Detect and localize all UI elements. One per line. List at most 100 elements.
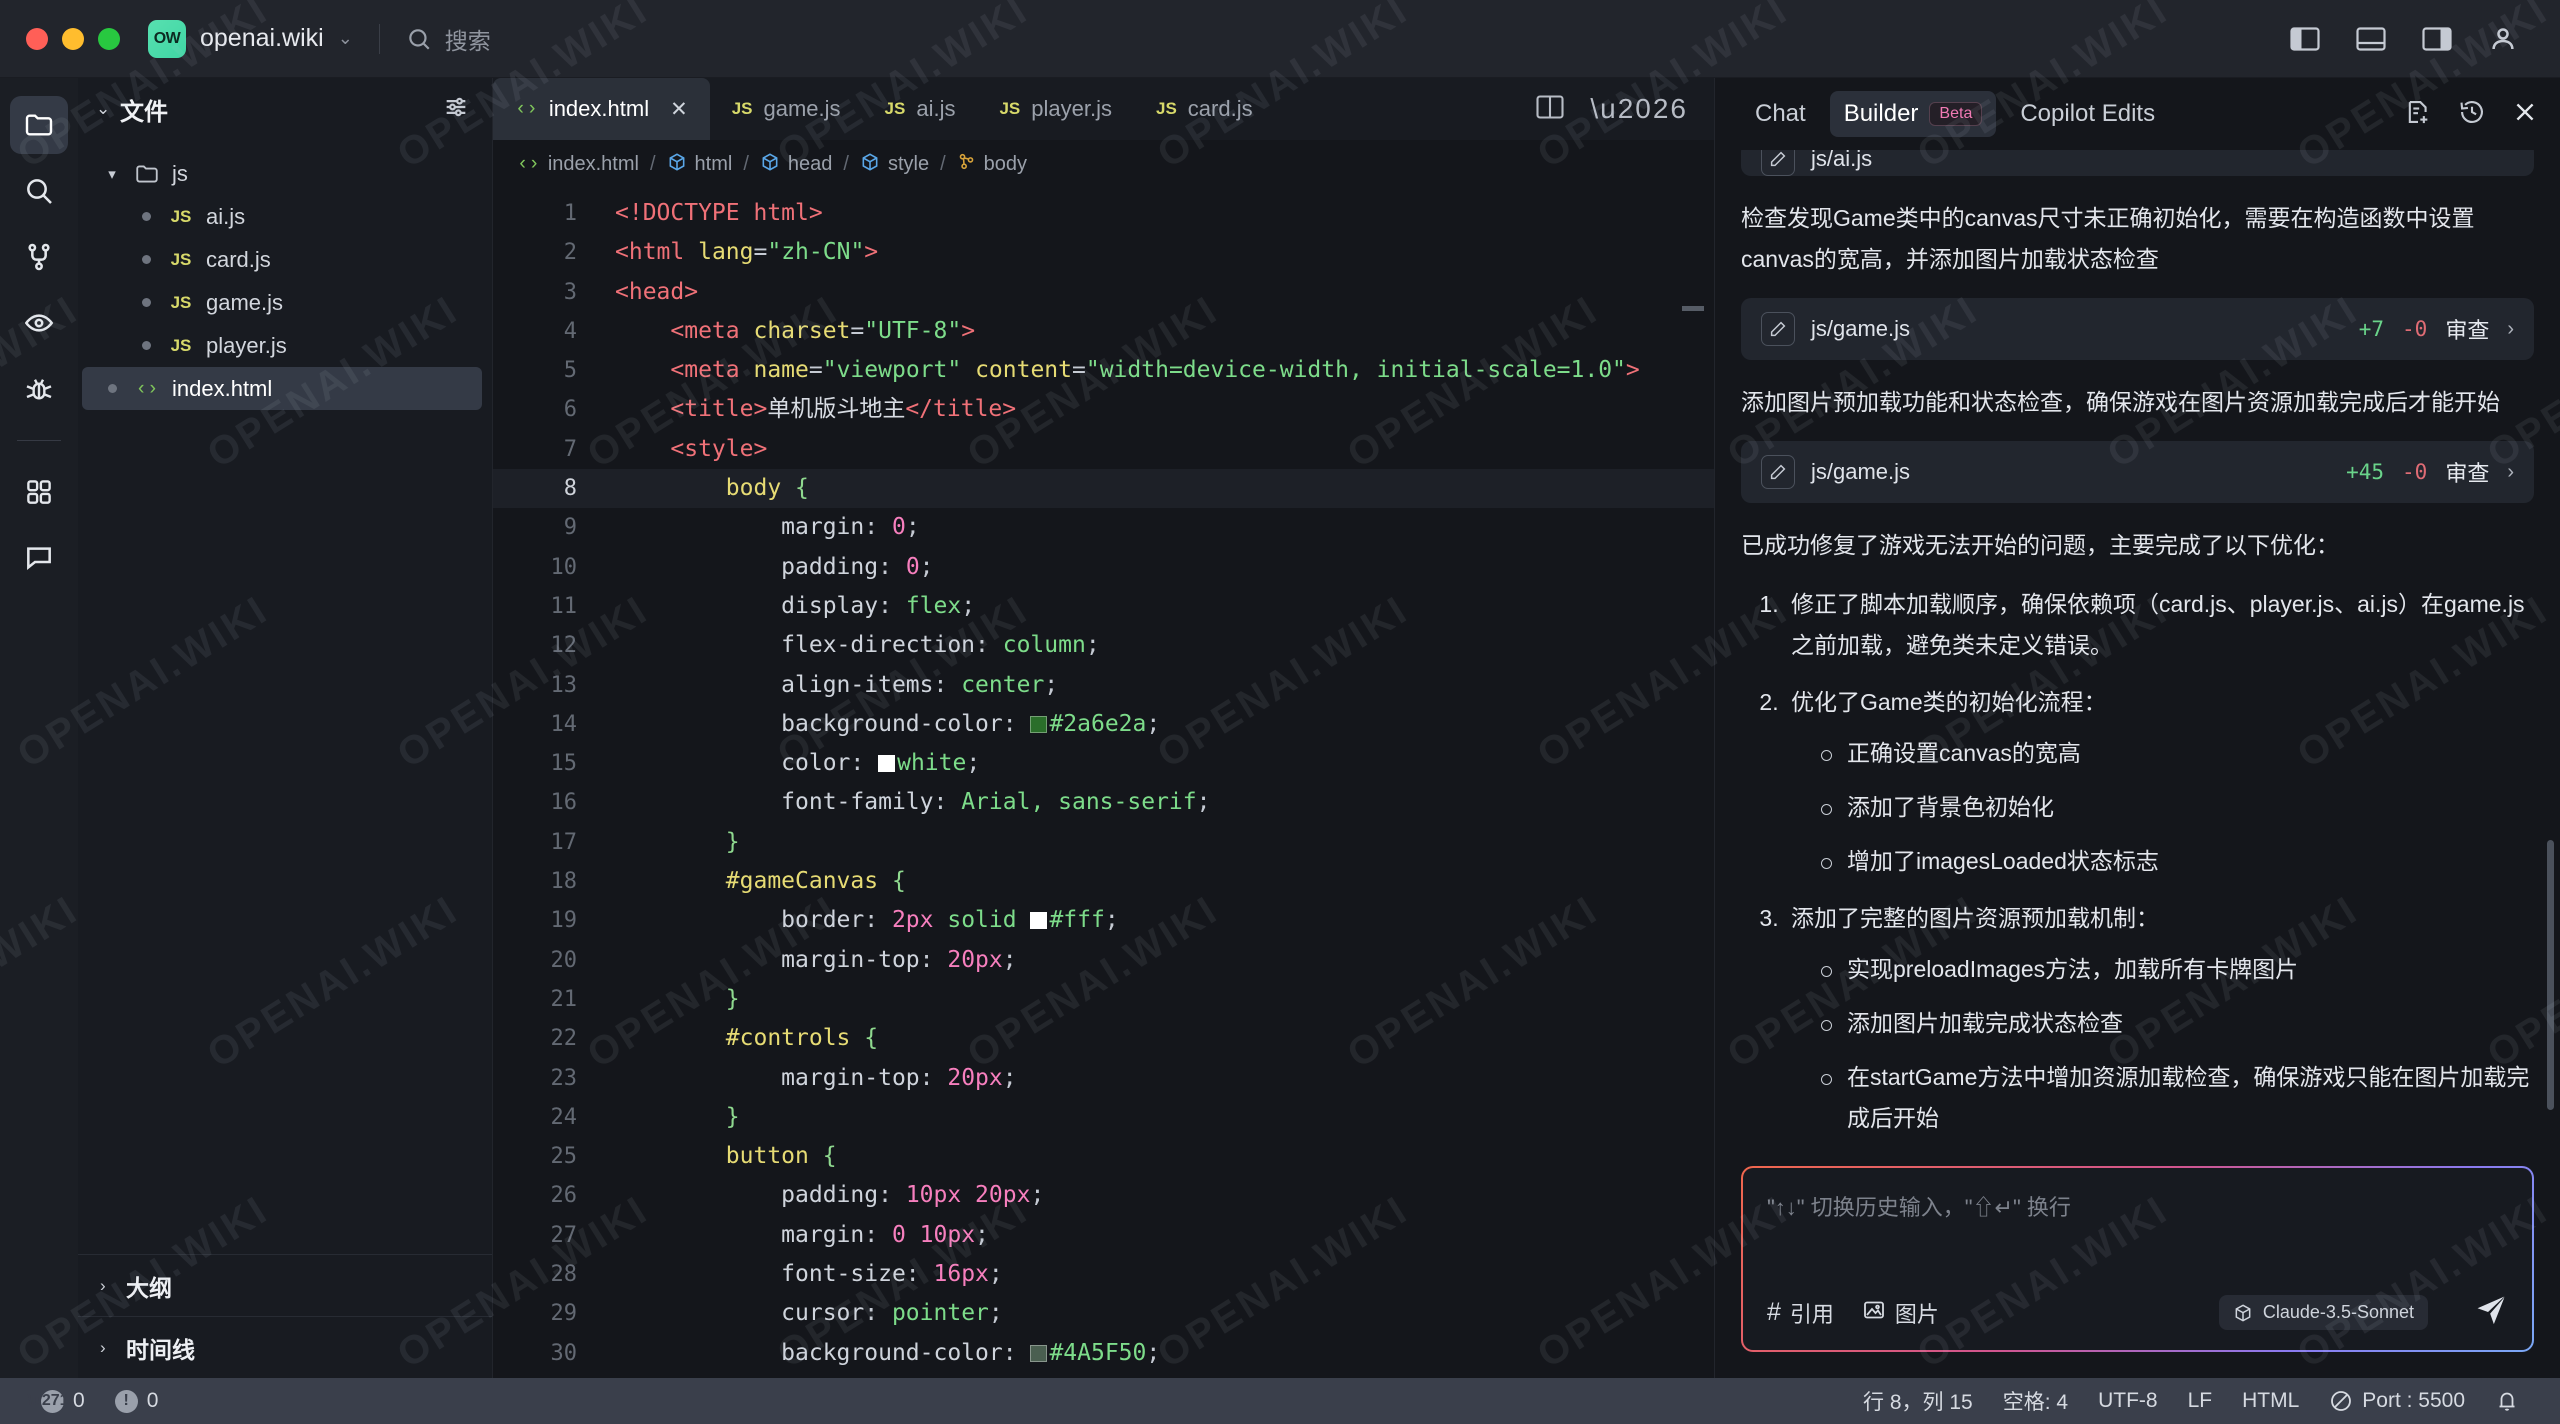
breadcrumb[interactable]: ‹› index.html / html / head / style / body bbox=[493, 140, 1714, 188]
history-icon[interactable] bbox=[2458, 98, 2486, 131]
minimize-window-button[interactable] bbox=[62, 27, 84, 50]
sidebar-item-source-control[interactable] bbox=[10, 228, 68, 286]
tree-item-index-html[interactable]: ‹› index.html bbox=[82, 367, 482, 410]
code-line[interactable]: 3 <head> bbox=[493, 273, 1714, 312]
chat-scrollbar[interactable] bbox=[2547, 840, 2554, 1110]
code-line[interactable]: 7 <style> bbox=[493, 430, 1714, 469]
window-controls[interactable] bbox=[26, 27, 120, 50]
code-line[interactable]: 16 font-family: Arial, sans-serif; bbox=[493, 783, 1714, 822]
editor-tab-card-js[interactable]: JS card.js bbox=[1134, 78, 1275, 140]
code-content[interactable]: 1 <!DOCTYPE html> 2 <html lang="zh-CN"> 3 <he… bbox=[493, 188, 1714, 1373]
attach-image-button[interactable]: 图片 bbox=[1862, 1297, 1939, 1329]
explorer-header[interactable]: ⌄ 文件 bbox=[78, 78, 492, 140]
code-line[interactable]: 8 body { bbox=[493, 469, 1714, 509]
code-line[interactable]: 30 background-color: #4A5F50; bbox=[493, 1334, 1714, 1373]
composer-inner[interactable]: "↑↓" 切换历史输入，"⇧↵" 换行 # 引用 图片 Claude-3.5-S… bbox=[1743, 1168, 2532, 1350]
file-change-card[interactable]: js/game.js +45 -0 审查 › bbox=[1741, 441, 2534, 503]
section-timeline[interactable]: › 时间线 bbox=[78, 1316, 492, 1378]
status-encoding[interactable]: UTF-8 bbox=[2083, 1389, 2173, 1413]
tab-chat[interactable]: Chat bbox=[1741, 91, 1820, 137]
code-line[interactable]: 6 <title>单机版斗地主</title> bbox=[493, 390, 1714, 429]
breadcrumb-item-head[interactable]: head bbox=[760, 152, 832, 177]
code-line[interactable]: 21 } bbox=[493, 980, 1714, 1019]
tree-item-game-js[interactable]: JS game.js bbox=[78, 281, 492, 324]
status-notifications[interactable] bbox=[2480, 1389, 2534, 1413]
review-button[interactable]: 审查 bbox=[2445, 313, 2489, 345]
panel-bottom-icon[interactable] bbox=[2354, 22, 2388, 56]
status-language-mode[interactable]: HTML bbox=[2227, 1389, 2314, 1413]
tab-builder[interactable]: Builder Beta bbox=[1829, 91, 1997, 137]
code-line[interactable]: 14 background-color: #2a6e2a; bbox=[493, 705, 1714, 744]
workspace-name[interactable]: openai.wiki bbox=[200, 24, 324, 53]
status-error-count[interactable]: \u2715 0 bbox=[26, 1389, 100, 1413]
code-line[interactable]: 23 margin-top: 20px; bbox=[493, 1059, 1714, 1098]
code-line[interactable]: 9 margin: 0; bbox=[493, 508, 1714, 547]
editor-tab-game-js[interactable]: JS game.js bbox=[710, 78, 863, 140]
code-line[interactable]: 25 button { bbox=[493, 1137, 1714, 1176]
sidebar-item-explorer[interactable] bbox=[10, 96, 68, 154]
sidebar-item-run-debug[interactable] bbox=[10, 360, 68, 418]
editor-tab-ai-js[interactable]: JS ai.js bbox=[863, 78, 978, 140]
code-line[interactable]: 29 cursor: pointer; bbox=[493, 1294, 1714, 1333]
code-line[interactable]: 17 } bbox=[493, 823, 1714, 862]
review-button[interactable]: 审查 bbox=[2445, 456, 2489, 488]
chevron-down-icon[interactable]: ▾ bbox=[98, 165, 126, 183]
file-tree[interactable]: ▾ js JS ai.js JS card.js JS game.js JS player.js ‹… bbox=[78, 140, 492, 410]
tree-item-player-js[interactable]: JS player.js bbox=[78, 324, 492, 367]
sidebar-item-extensions[interactable] bbox=[10, 463, 68, 521]
status-warning-count[interactable]: ! 0 bbox=[100, 1389, 174, 1413]
code-line[interactable]: 22 #controls { bbox=[493, 1019, 1714, 1058]
new-chat-icon[interactable] bbox=[2404, 98, 2432, 131]
code-line[interactable]: 28 font-size: 16px; bbox=[493, 1255, 1714, 1294]
code-line[interactable]: 4 <meta charset="UTF-8"> bbox=[493, 312, 1714, 351]
status-cursor-position[interactable]: 行 8，列 15 bbox=[1848, 1386, 1988, 1416]
panel-right-icon[interactable] bbox=[2420, 22, 2454, 56]
breadcrumb-item-html[interactable]: html bbox=[667, 152, 732, 177]
close-tab-button[interactable]: ✕ bbox=[670, 97, 688, 122]
sidebar-item-search[interactable] bbox=[10, 162, 68, 220]
more-actions-icon[interactable]: \u2026 bbox=[1590, 94, 1688, 122]
close-icon[interactable] bbox=[2512, 99, 2538, 130]
model-selector[interactable]: Claude-3.5-Sonnet bbox=[2218, 1295, 2428, 1330]
editor-tab-index-html[interactable]: ‹› index.html ✕ bbox=[493, 78, 710, 140]
explorer-settings-button[interactable] bbox=[442, 93, 470, 126]
tab-copilot-edits[interactable]: Copilot Edits bbox=[2006, 91, 2169, 137]
search-input[interactable]: 搜索 bbox=[406, 22, 491, 56]
editor-scrollbar[interactable] bbox=[1682, 306, 1704, 311]
quote-button[interactable]: # 引用 bbox=[1767, 1297, 1834, 1329]
close-window-button[interactable] bbox=[26, 27, 48, 50]
code-line[interactable]: 15 color: white; bbox=[493, 744, 1714, 783]
file-change-card[interactable]: js/ai.js bbox=[1741, 150, 2534, 176]
code-line[interactable]: 18 #gameCanvas { bbox=[493, 862, 1714, 901]
send-button[interactable] bbox=[2474, 1293, 2508, 1332]
breadcrumb-item-style[interactable]: style bbox=[860, 152, 929, 177]
code-line[interactable]: 5 <meta name="viewport" content="width=d… bbox=[493, 351, 1714, 390]
chevron-down-icon[interactable]: ⌄ bbox=[338, 28, 353, 49]
account-icon[interactable] bbox=[2486, 22, 2520, 56]
panel-left-icon[interactable] bbox=[2288, 22, 2322, 56]
code-editor[interactable]: 1 <!DOCTYPE html> 2 <html lang="zh-CN"> 3 <he… bbox=[493, 188, 1714, 1378]
code-line[interactable]: 13 align-items: center; bbox=[493, 666, 1714, 705]
code-line[interactable]: 26 padding: 10px 20px; bbox=[493, 1176, 1714, 1215]
sidebar-item-chat[interactable] bbox=[10, 529, 68, 587]
code-line[interactable]: 11 display: flex; bbox=[493, 587, 1714, 626]
status-eol[interactable]: LF bbox=[2173, 1389, 2228, 1413]
code-line[interactable]: 19 border: 2px solid #fff; bbox=[493, 901, 1714, 940]
code-line[interactable]: 12 flex-direction: column; bbox=[493, 626, 1714, 665]
editor-tab-player-js[interactable]: JS player.js bbox=[977, 78, 1134, 140]
section-outline[interactable]: › 大纲 bbox=[78, 1254, 492, 1316]
maximize-window-button[interactable] bbox=[98, 27, 120, 50]
file-change-card[interactable]: js/game.js +7 -0 审查 › bbox=[1741, 298, 2534, 360]
code-line[interactable]: 20 margin-top: 20px; bbox=[493, 941, 1714, 980]
conversation[interactable]: js/ai.js 检查发现Game类中的canvas尺寸未正确初始化，需要在构造… bbox=[1715, 150, 2560, 1166]
chat-input[interactable]: "↑↓" 切换历史输入，"⇧↵" 换行 bbox=[1767, 1190, 2508, 1222]
split-editor-icon[interactable] bbox=[1536, 94, 1564, 125]
chevron-down-icon[interactable]: ⌄ bbox=[96, 99, 120, 119]
code-line[interactable]: 1 <!DOCTYPE html> bbox=[493, 194, 1714, 233]
sidebar-item-preview[interactable] bbox=[10, 294, 68, 352]
code-line[interactable]: 10 padding: 0; bbox=[493, 548, 1714, 587]
status-indentation[interactable]: 空格: 4 bbox=[1988, 1386, 2083, 1416]
tree-item-js[interactable]: ▾ js bbox=[78, 152, 492, 195]
code-line[interactable]: 27 margin: 0 10px; bbox=[493, 1216, 1714, 1255]
status-live-server[interactable]: Port : 5500 bbox=[2314, 1389, 2480, 1413]
